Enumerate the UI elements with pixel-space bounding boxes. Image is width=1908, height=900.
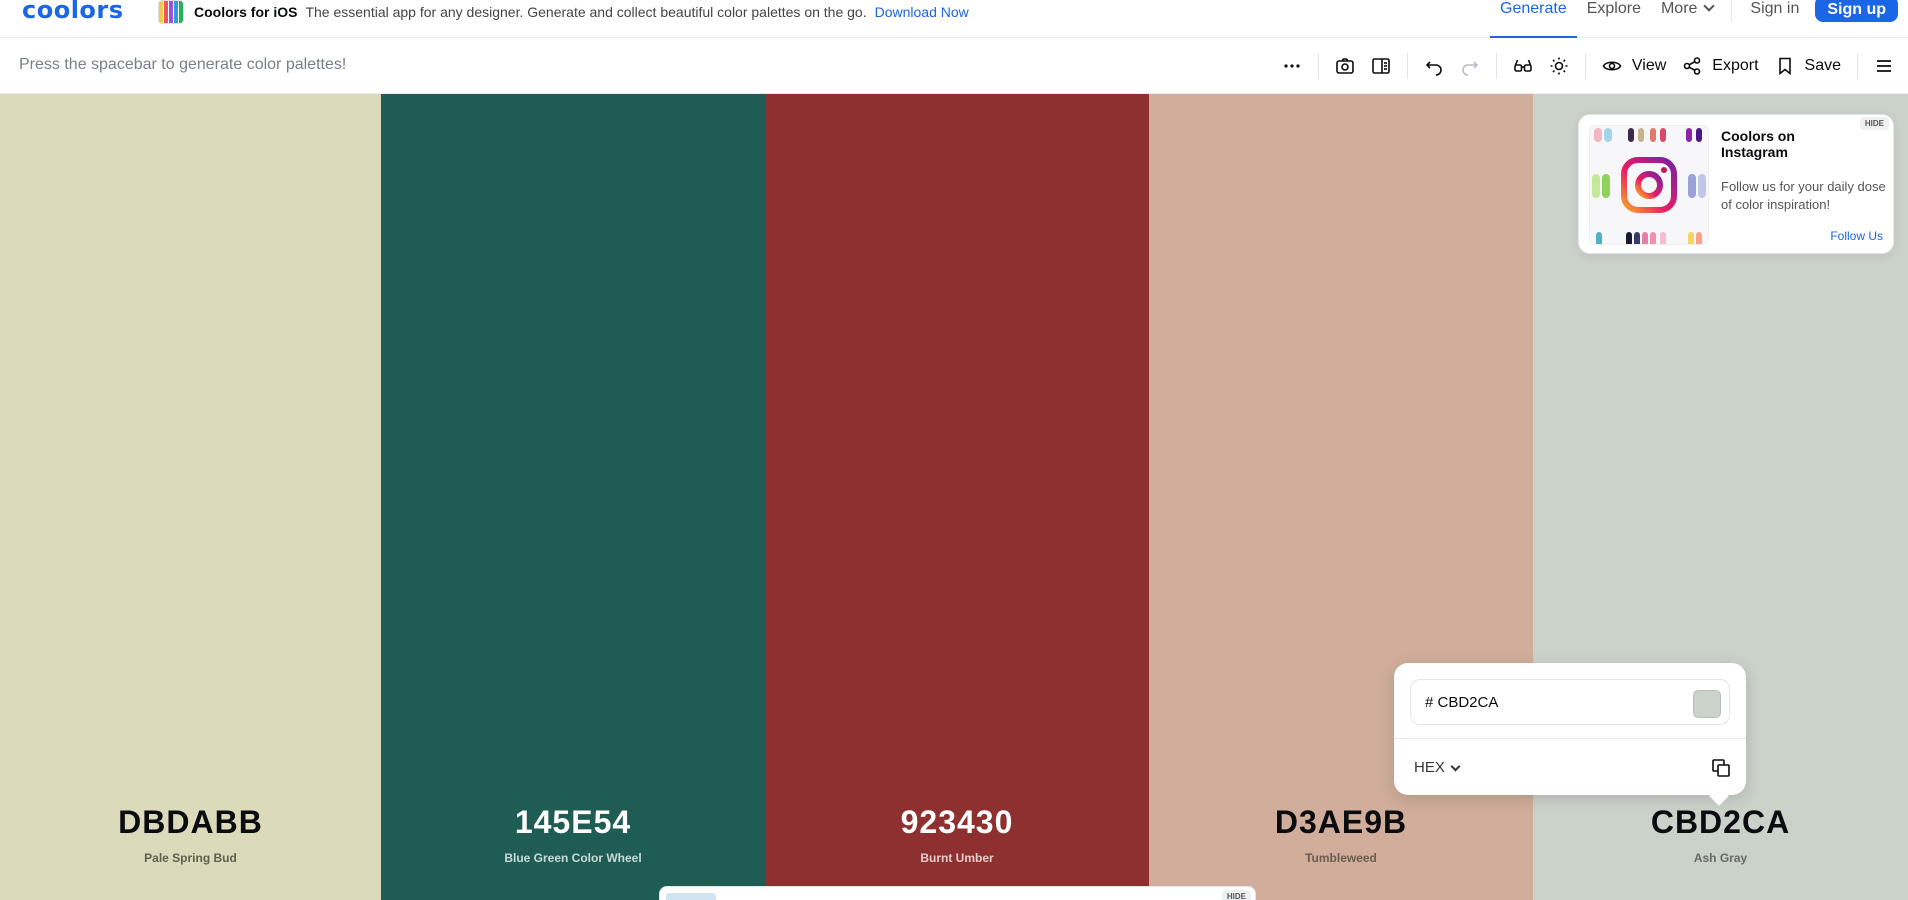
picker-divider <box>1394 738 1746 739</box>
color-picker-popup: # CBD2CA HEX <box>1394 663 1746 806</box>
color-mode-label: HEX <box>1414 759 1445 776</box>
color-blindness-button[interactable] <box>1505 46 1541 86</box>
save-button[interactable]: Save <box>1767 46 1849 86</box>
color-swatch[interactable]: 145E54 Blue Green Color Wheel <box>381 94 765 900</box>
ios-app-icon <box>158 0 184 24</box>
hide-instagram-button[interactable]: HIDE <box>1859 117 1889 130</box>
copy-icon <box>1712 759 1730 777</box>
hex-code[interactable]: CBD2CA <box>1533 804 1908 841</box>
coolors-logo[interactable]: coolors <box>22 0 124 24</box>
instagram-title: Coolors on Instagram <box>1721 128 1795 160</box>
nav-links: Generate Explore More Sign in Sign up <box>1490 0 1908 38</box>
hex-code[interactable]: 145E54 <box>381 804 765 841</box>
view-label: View <box>1631 57 1667 74</box>
hex-input-value: # CBD2CA <box>1425 693 1499 711</box>
camera-button[interactable] <box>1327 46 1363 86</box>
color-name: Blue Green Color Wheel <box>504 851 642 865</box>
top-navigation: coolors Coolors for iOS The essential ap… <box>0 0 1908 38</box>
view-button[interactable]: View <box>1594 46 1674 86</box>
instagram-text: Follow us for your daily dose of color i… <box>1721 179 1886 212</box>
instagram-thumbnail <box>1589 125 1709 245</box>
export-label: Export <box>1712 57 1759 74</box>
spacebar-hint: Press the spacebar to generate color pal… <box>19 56 347 73</box>
color-swatch[interactable]: 923430 Burnt Umber <box>765 94 1149 900</box>
copy-button[interactable] <box>1710 757 1732 779</box>
undo-icon <box>1425 61 1442 76</box>
hex-code[interactable]: DBDABB <box>0 804 381 841</box>
undo-button[interactable] <box>1416 46 1452 86</box>
signup-button[interactable]: Sign up <box>1815 0 1898 22</box>
download-now-link[interactable]: Download Now <box>875 4 969 20</box>
promo-title: Coolors for iOS <box>194 4 298 20</box>
nav-more[interactable]: More <box>1651 0 1723 38</box>
picker-swatch[interactable] <box>1693 690 1721 718</box>
ad-thumbnail <box>666 893 716 900</box>
hamburger-menu-icon <box>1877 60 1891 72</box>
export-button[interactable]: Export <box>1674 46 1766 86</box>
color-mode-select[interactable]: HEX <box>1414 759 1461 776</box>
layout-button[interactable] <box>1363 46 1399 86</box>
toolbar-divider <box>1584 53 1586 79</box>
save-label: Save <box>1804 57 1841 74</box>
hex-code[interactable]: 923430 <box>765 804 1149 841</box>
toolbar-divider <box>1495 53 1497 79</box>
camera-icon <box>1336 58 1354 74</box>
instagram-icon <box>1592 128 1706 244</box>
more-options-button[interactable] <box>1274 46 1310 86</box>
chevron-down-icon <box>1450 761 1461 771</box>
redo-button[interactable] <box>1452 46 1488 86</box>
color-name: Burnt Umber <box>920 851 994 865</box>
ios-promo: Coolors for iOS The essential app for an… <box>158 0 969 24</box>
instagram-card: Coolors on Instagram Follow us for your … <box>1578 114 1894 254</box>
glasses-icon <box>1514 59 1532 72</box>
toolbar-actions: View Export Save <box>1274 38 1908 94</box>
color-name: Ash Gray <box>1693 851 1748 865</box>
adjust-palette-button[interactable] <box>1541 46 1577 86</box>
layout-icon <box>1372 58 1390 74</box>
nav-divider <box>1731 0 1733 22</box>
ellipsis-icon <box>1284 64 1300 68</box>
generator-toolbar: Press the spacebar to generate color pal… <box>0 38 1908 94</box>
color-name: Tumbleweed <box>1305 851 1377 865</box>
menu-button[interactable] <box>1866 46 1902 86</box>
hex-input[interactable]: # CBD2CA <box>1410 679 1730 725</box>
nav-signin[interactable]: Sign in <box>1740 0 1809 38</box>
nav-explore[interactable]: Explore <box>1577 0 1651 38</box>
eye-icon <box>1602 61 1622 71</box>
nav-more-label: More <box>1660 0 1698 17</box>
promo-text: The essential app for any designer. Gene… <box>305 4 867 20</box>
toolbar-divider <box>1406 53 1408 79</box>
bookmark-icon <box>1778 57 1791 76</box>
redo-icon <box>1462 61 1479 76</box>
sun-icon <box>1550 57 1568 75</box>
bottom-ad-banner: HIDE <box>659 886 1256 900</box>
color-name: Pale Spring Bud <box>144 851 237 865</box>
hex-code[interactable]: D3AE9B <box>1149 804 1533 841</box>
share-icon <box>1683 57 1701 75</box>
chevron-down-icon <box>1703 0 1716 12</box>
nav-generate[interactable]: Generate <box>1490 0 1577 38</box>
color-swatch[interactable]: DBDABB Pale Spring Bud <box>0 94 381 900</box>
follow-us-link[interactable]: Follow Us <box>1830 229 1883 243</box>
toolbar-divider <box>1317 53 1319 79</box>
hide-ad-button[interactable]: HIDE <box>1221 890 1251 900</box>
toolbar-divider <box>1857 53 1858 79</box>
